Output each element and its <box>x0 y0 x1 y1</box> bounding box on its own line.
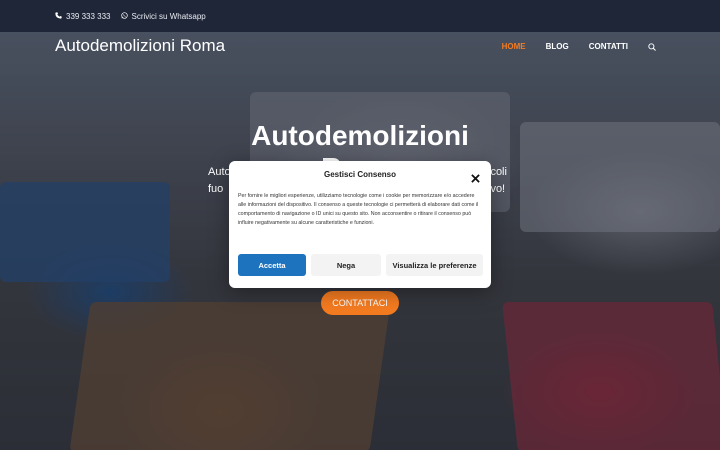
dialog-buttons: Accetta Nega Visualizza le preferenze <box>238 254 483 276</box>
search-icon[interactable] <box>648 42 656 51</box>
dialog-title: Gestisci Consenso <box>323 170 397 179</box>
whatsapp-label: Scrivici su Whatsapp <box>131 11 206 21</box>
phone-icon <box>55 11 62 21</box>
contact-button[interactable]: CONTATTACI <box>321 291 399 315</box>
topbar: 339 333 333 Scrivici su Whatsapp <box>0 0 720 32</box>
main-nav: HOME BLOG CONTATTI <box>502 42 656 51</box>
dialog-body: Per fornire le migliori esperienze, util… <box>238 193 479 226</box>
hero-text-line: Auto <box>208 166 231 178</box>
close-icon[interactable] <box>471 170 480 183</box>
nav-contatti[interactable]: CONTATTI <box>589 42 628 51</box>
site-logo[interactable]: Autodemolizioni Roma <box>55 36 225 56</box>
hero-text-line: fuo <box>208 183 224 195</box>
accept-button[interactable]: Accetta <box>238 254 306 276</box>
phone-number: 339 333 333 <box>66 11 111 21</box>
preferences-button[interactable]: Visualizza le preferenze <box>386 254 483 276</box>
nav-blog[interactable]: BLOG <box>546 42 569 51</box>
whatsapp-icon <box>120 11 128 21</box>
hero-text-left: Auto fuo <box>208 164 231 198</box>
nav-home[interactable]: HOME <box>502 42 526 51</box>
whatsapp-link[interactable]: Scrivici su Whatsapp <box>120 11 206 21</box>
deny-button[interactable]: Nega <box>311 254 381 276</box>
cookie-consent-dialog: Gestisci Consenso Per fornire le miglior… <box>229 161 491 288</box>
site-header: Autodemolizioni Roma HOME BLOG CONTATTI <box>0 32 720 64</box>
phone-link[interactable]: 339 333 333 <box>55 12 111 21</box>
